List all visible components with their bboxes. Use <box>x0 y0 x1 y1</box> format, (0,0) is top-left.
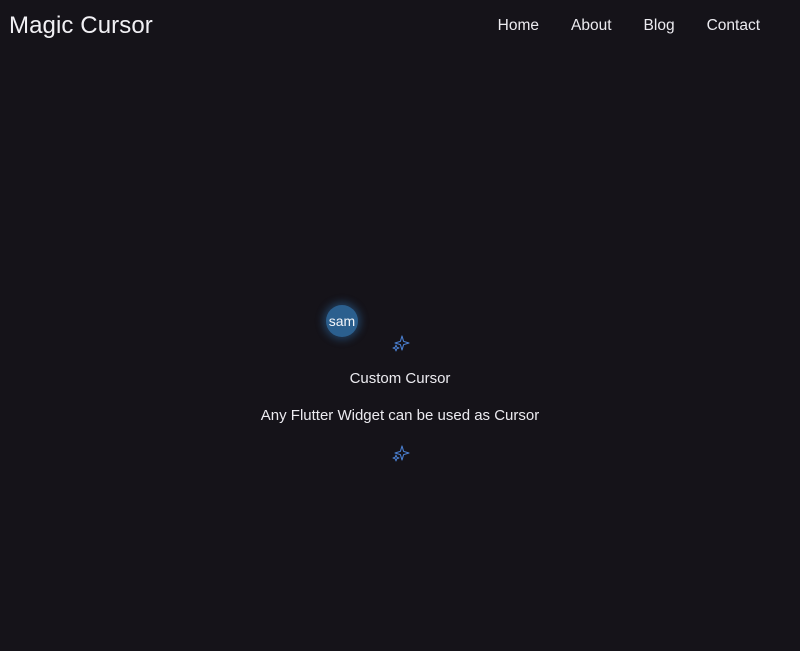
cursor-label: sam <box>328 313 356 329</box>
nav-item-about[interactable]: About <box>571 17 612 35</box>
app-title: Magic Cursor <box>9 12 153 39</box>
subline: Any Flutter Widget can be used as Cursor <box>260 407 540 424</box>
nav-item-contact[interactable]: Contact <box>707 17 760 35</box>
page: Magic Cursor Home About Blog Contact sam… <box>0 0 800 651</box>
nav-item-home[interactable]: Home <box>498 17 539 35</box>
nav-item-blog[interactable]: Blog <box>644 17 675 35</box>
sparkle-icon <box>392 445 410 462</box>
sparkle-icon <box>392 335 410 352</box>
custom-cursor: sam <box>326 305 358 337</box>
headline: Custom Cursor <box>349 370 451 387</box>
top-nav: Home About Blog Contact <box>498 17 760 35</box>
